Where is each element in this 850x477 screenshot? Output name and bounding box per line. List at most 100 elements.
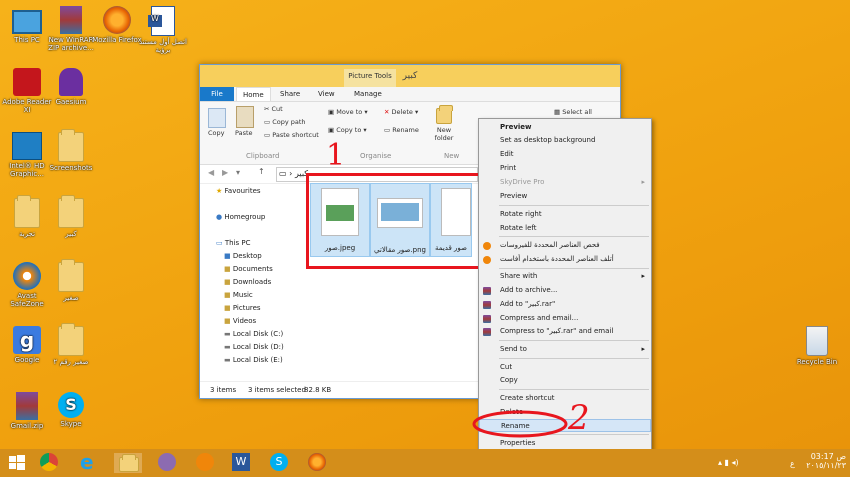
title-bar[interactable]: Picture Tools كبير xyxy=(200,65,620,87)
taskbar-skype[interactable]: S xyxy=(270,453,292,473)
submenu-arrow-icon: ▸ xyxy=(641,345,645,353)
taskbar-word[interactable]: W xyxy=(232,453,254,473)
menu-item-cut[interactable]: Cut xyxy=(479,361,651,374)
desktop-icon-gaesium[interactable]: Gaesium xyxy=(44,68,98,106)
desktop-icon-folder-kabir[interactable]: كبير xyxy=(44,195,98,238)
desktop-icon-screenshots[interactable]: Screenshots xyxy=(44,129,98,172)
winrar-icon xyxy=(60,6,82,34)
move-to-button[interactable]: ▣ Move to ▾ xyxy=(328,108,368,116)
folder-icon xyxy=(58,129,84,162)
star-icon: ★ xyxy=(216,187,223,195)
menu-item-preview[interactable]: Preview xyxy=(479,121,651,134)
nav-pictures[interactable]: ■ Pictures xyxy=(224,304,261,312)
menu-item-compress-email[interactable]: Compress and email... xyxy=(479,312,651,325)
ribbon-tabs: File Home Share View Manage xyxy=(200,87,620,102)
paste-icon xyxy=(236,106,254,128)
folder-icon xyxy=(58,195,84,228)
taskbar-firefox[interactable] xyxy=(308,453,330,473)
taskbar-app[interactable] xyxy=(158,453,180,473)
menu-item-rotate-right[interactable]: Rotate right xyxy=(479,208,651,221)
desktop-icon-word-doc[interactable]: W اتصل أول مستند برؤية xyxy=(136,6,190,54)
up-arrow-icon[interactable]: ↑ xyxy=(258,167,265,176)
annotation-selection-box xyxy=(306,173,484,269)
tray-icons[interactable]: ▴ ▮ ◂) xyxy=(718,458,739,467)
skype-icon: S xyxy=(58,392,84,418)
menu-item-compress-rar-email[interactable]: Compress to "كبير.rar" and email xyxy=(479,325,651,338)
tab-file[interactable]: File xyxy=(200,87,234,101)
clock[interactable]: ص 03:17 ٢٠١٥/١١/٢٣ xyxy=(806,452,846,470)
menu-item-create-shortcut[interactable]: Create shortcut xyxy=(479,392,651,405)
nav-favourites[interactable]: ★ Favourites xyxy=(216,187,261,195)
menu-item-edit[interactable]: Edit xyxy=(479,148,651,161)
recycle-bin-icon xyxy=(806,326,828,356)
menu-item-avast-scan[interactable]: فحص العناصر المحددة للفيروسات xyxy=(479,239,651,252)
folder-icon: ▭ › xyxy=(279,169,293,178)
folder-icon xyxy=(119,454,139,472)
nav-videos[interactable]: ■ Videos xyxy=(224,317,256,325)
rename-ribbon-button[interactable]: ▭ Rename xyxy=(384,126,419,134)
menu-item-print[interactable]: Print xyxy=(479,162,651,175)
taskbar-chrome[interactable] xyxy=(40,453,62,473)
tab-view[interactable]: View xyxy=(312,87,341,101)
select-all-button[interactable]: ▦ Select all xyxy=(554,108,592,116)
recent-dropdown-icon[interactable]: ▾ xyxy=(236,168,240,177)
cut-button[interactable]: ✂ Cut xyxy=(264,105,283,113)
avast-icon xyxy=(13,262,41,290)
menu-item-rotate-left[interactable]: Rotate left xyxy=(479,222,651,235)
desktop-icon-folder-saghir[interactable]: صغير xyxy=(44,259,98,302)
nav-documents[interactable]: ■ Documents xyxy=(224,265,273,273)
tab-manage[interactable]: Manage xyxy=(348,87,388,101)
clipboard-group-label: Clipboard xyxy=(246,152,280,160)
desktop-icon-folder-saghir-2[interactable]: صغير رقم ٢ xyxy=(44,323,98,366)
winrar-icon xyxy=(483,328,491,336)
back-arrow-icon[interactable]: ◀ xyxy=(208,168,214,177)
submenu-arrow-icon: ▸ xyxy=(641,178,645,186)
copy-path-button[interactable]: ▭ Copy path xyxy=(264,118,306,126)
new-folder-button[interactable]: New folder xyxy=(432,126,456,142)
copy-to-button[interactable]: ▣ Copy to ▾ xyxy=(328,126,367,134)
annotation-rename-ellipse xyxy=(472,410,568,438)
nav-music[interactable]: ■ Music xyxy=(224,291,253,299)
new-folder-icon xyxy=(436,105,453,124)
taskbar-file-explorer[interactable] xyxy=(114,453,142,473)
menu-item-add-to-rar[interactable]: Add to "كبير.rar" xyxy=(479,298,651,311)
nav-local-disk-e[interactable]: ▬ Local Disk (E:) xyxy=(224,356,283,364)
tab-share[interactable]: Share xyxy=(274,87,306,101)
navigation-pane: ★ Favourites ● Homegroup ▭ This PC ■ Des… xyxy=(200,183,296,379)
forward-arrow-icon[interactable]: ▶ xyxy=(222,168,228,177)
start-button[interactable] xyxy=(8,453,30,473)
menu-item-set-desktop-background[interactable]: Set as desktop background xyxy=(479,134,651,147)
winrar-icon xyxy=(483,301,491,309)
copy-button[interactable]: Copy xyxy=(208,129,225,137)
paste-shortcut-button[interactable]: ▭ Paste shortcut xyxy=(264,131,319,139)
nav-local-disk-d[interactable]: ▬ Local Disk (D:) xyxy=(224,343,284,351)
tab-home[interactable]: Home xyxy=(236,87,271,101)
intel-graphics-icon xyxy=(12,132,42,160)
gaesium-icon xyxy=(59,68,83,96)
menu-separator xyxy=(499,205,649,206)
nav-local-disk-c[interactable]: ▬ Local Disk (C:) xyxy=(224,330,283,338)
nav-downloads[interactable]: ■ Downloads xyxy=(224,278,271,286)
taskbar-avast[interactable] xyxy=(196,453,218,473)
menu-item-avast-shred[interactable]: أتلف العناصر المحددة باستخدام أفاست xyxy=(479,253,651,266)
menu-item-add-to-archive[interactable]: Add to archive... xyxy=(479,284,651,297)
music-icon: ■ xyxy=(224,291,231,299)
nav-this-pc[interactable]: ▭ This PC xyxy=(216,239,251,247)
menu-item-send-to[interactable]: Send to ▸ xyxy=(479,343,651,356)
menu-item-skydrive-pro[interactable]: SkyDrive Pro ▸ xyxy=(479,176,651,189)
nav-desktop[interactable]: ■ Desktop xyxy=(224,252,262,260)
language-indicator[interactable]: ع xyxy=(790,459,795,468)
nav-homegroup[interactable]: ● Homegroup xyxy=(216,213,265,221)
paste-button[interactable]: Paste xyxy=(235,129,253,137)
chrome-icon xyxy=(40,453,58,471)
menu-item-share-with[interactable]: Share with ▸ xyxy=(479,270,651,283)
delete-button[interactable]: ✕ Delete ▾ xyxy=(384,108,418,116)
desktop-icon-recycle-bin[interactable]: Recycle Bin xyxy=(790,326,844,366)
menu-item-preview-2[interactable]: Preview xyxy=(479,190,651,203)
menu-item-copy[interactable]: Copy xyxy=(479,374,651,387)
status-items: 3 items xyxy=(210,386,237,394)
taskbar-ie[interactable]: e xyxy=(80,452,102,473)
desktop-icon-skype[interactable]: S Skype xyxy=(44,392,98,428)
menu-separator xyxy=(499,236,649,237)
avast-icon xyxy=(483,242,491,250)
